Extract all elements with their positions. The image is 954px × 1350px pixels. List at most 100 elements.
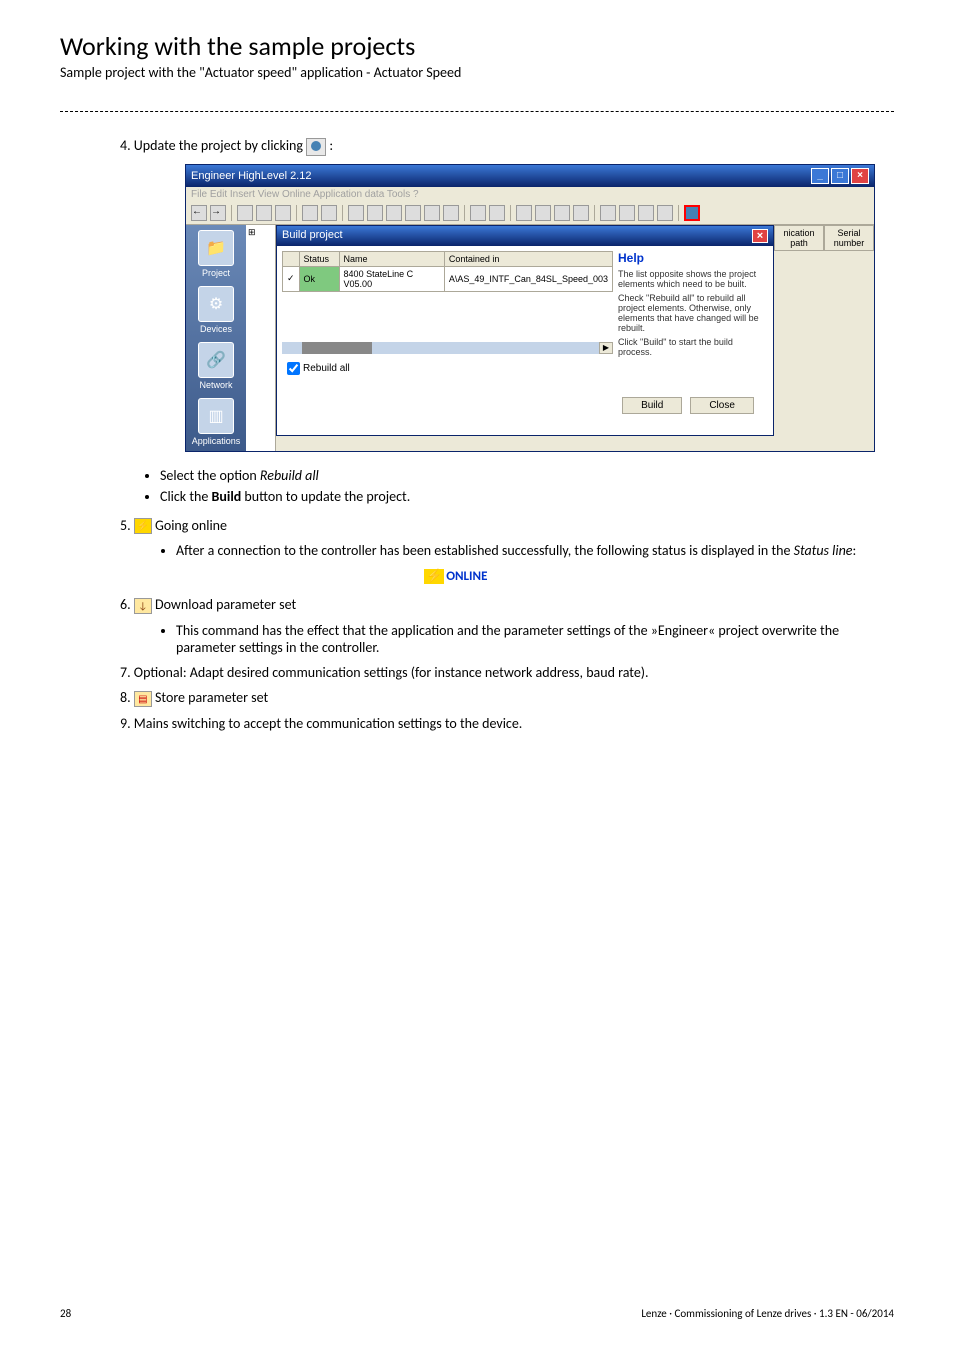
toolbar-sep: [296, 205, 297, 221]
build-icon: [306, 138, 326, 156]
col-serial: Serial number: [824, 225, 874, 251]
bullet-2-post: button to update the project.: [241, 488, 410, 505]
nav-network[interactable]: 🔗 Network: [191, 342, 241, 390]
minimize-button[interactable]: _: [811, 168, 829, 184]
apps-icon: ▥: [198, 398, 234, 434]
download-icon: ↓: [134, 598, 152, 614]
list-item: This command has the effect that the app…: [176, 622, 894, 656]
toolbar-icon[interactable]: [657, 205, 673, 221]
toolbar-back-icon[interactable]: ←: [191, 205, 207, 221]
toolbar-icon[interactable]: [443, 205, 459, 221]
toolbar-icon[interactable]: [367, 205, 383, 221]
nav-devices[interactable]: ⚙ Devices: [191, 286, 241, 334]
list-item: Select the option Rebuild all: [160, 467, 894, 484]
dialog-footer: Rebuild all: [282, 354, 613, 430]
toolbar-icon[interactable]: [638, 205, 654, 221]
nav-applications[interactable]: ▥ Applications: [191, 398, 241, 446]
menu-bar[interactable]: File Edit Insert View Online Application…: [186, 187, 874, 202]
section-separator: [60, 111, 894, 112]
engineer-screenshot: Engineer HighLevel 2.12 _ □ × File Edit …: [185, 164, 875, 452]
step-5-num: 5.: [120, 517, 131, 534]
toolbar-icon[interactable]: [321, 205, 337, 221]
step-4-text: 4. Update the project by clicking: [120, 137, 303, 154]
row-status: Ok: [299, 266, 339, 291]
bullet-1-italic: Rebuild all: [260, 467, 319, 484]
toolbar-icon[interactable]: [489, 205, 505, 221]
toolbar-icon[interactable]: [516, 205, 532, 221]
table-row[interactable]: ✓ Ok 8400 StateLine C V05.00 A\AS_49_INT…: [283, 266, 613, 291]
build-button[interactable]: Build: [622, 397, 682, 414]
toolbar-icon[interactable]: [302, 205, 318, 221]
step-4-bullets: Select the option Rebuild all Click the …: [160, 467, 894, 505]
step-6-bullets: This command has the effect that the app…: [176, 622, 894, 656]
online-badge: ⚡ONLINE: [420, 569, 493, 584]
help-title: Help: [618, 251, 768, 265]
toolbar-icon[interactable]: [535, 205, 551, 221]
dialog-title: Build project: [282, 229, 343, 243]
row-check-icon: ✓: [283, 266, 300, 291]
help-text-3: Click "Build" to start the build process…: [618, 337, 768, 357]
app-title-bar: Engineer HighLevel 2.12 _ □ ×: [186, 165, 874, 187]
close-button[interactable]: ×: [851, 168, 869, 184]
toolbar-open-icon[interactable]: [256, 205, 272, 221]
scroll-right-button[interactable]: ▶: [599, 342, 613, 354]
folder-icon: 📁: [198, 230, 234, 266]
dialog-close-button[interactable]: ×: [752, 229, 768, 243]
toolbar-forward-icon[interactable]: →: [210, 205, 226, 221]
horizontal-scrollbar[interactable]: ▶: [282, 342, 613, 354]
col-status: Status: [299, 251, 339, 266]
toolbar-icon[interactable]: [405, 205, 421, 221]
toolbar-new-icon[interactable]: [237, 205, 253, 221]
build-dialog: Build project × Status Name Contained in: [276, 225, 774, 436]
toolbar-save-icon[interactable]: [275, 205, 291, 221]
help-text-1: The list opposite shows the project elem…: [618, 269, 768, 289]
left-nav: 📁 Project ⚙ Devices 🔗 Network ▥ Applicat…: [186, 225, 246, 451]
app-window: Engineer HighLevel 2.12 _ □ × File Edit …: [185, 164, 875, 452]
toolbar-icon[interactable]: [386, 205, 402, 221]
toolbar-icon[interactable]: [554, 205, 570, 221]
table-header-row: Status Name Contained in: [283, 251, 613, 266]
toolbar-sep: [464, 205, 465, 221]
toolbar-icon[interactable]: [573, 205, 589, 221]
toolbar-icon[interactable]: [470, 205, 486, 221]
rebuild-all-checkbox[interactable]: Rebuild all: [287, 362, 608, 375]
app-title: Engineer HighLevel 2.12: [191, 170, 311, 182]
page-title: Working with the sample projects: [60, 30, 894, 62]
step-9: 9. Mains switching to accept the communi…: [120, 715, 894, 732]
rebuild-all-label: Rebuild all: [303, 363, 350, 374]
bullet-2-pre: Click the: [160, 488, 212, 505]
nav-project[interactable]: 📁 Project: [191, 230, 241, 278]
toolbar-sep: [594, 205, 595, 221]
help-text-2: Check "Rebuild all" to rebuild all proje…: [618, 293, 768, 333]
network-icon: 🔗: [198, 342, 234, 378]
bullet-1-pre: Select the option: [160, 467, 260, 484]
toolbar-online-icon[interactable]: [348, 205, 364, 221]
main-area: nication path Serial number Build projec…: [276, 225, 874, 451]
window-controls: _ □ ×: [811, 168, 869, 184]
nav-project-label: Project: [202, 268, 230, 278]
close-button[interactable]: Close: [690, 397, 754, 414]
rebuild-all-input[interactable]: [287, 362, 300, 375]
step-4: 4. Update the project by clicking :: [120, 137, 894, 156]
maximize-button[interactable]: □: [831, 168, 849, 184]
tree-panel: ⊞: [246, 225, 276, 451]
dialog-body: Status Name Contained in ✓ Ok 8400 State…: [277, 246, 773, 435]
toolbar-icon[interactable]: [424, 205, 440, 221]
toolbar-build-icon[interactable]: [684, 205, 700, 221]
bullet-2-bold: Build: [212, 488, 242, 505]
list-item: Click the Build button to update the pro…: [160, 488, 894, 505]
list-item: After a connection to the controller has…: [176, 542, 894, 559]
toolbar-icon[interactable]: [619, 205, 635, 221]
online-badge-icon: ⚡: [424, 569, 444, 584]
step-8: 8. ▤ Store parameter set: [120, 689, 894, 707]
step-6-title: Download parameter set: [155, 596, 296, 613]
step-5-title: Going online: [155, 517, 227, 534]
dialog-title-bar: Build project ×: [277, 226, 773, 246]
store-icon: ▤: [134, 691, 152, 707]
page-subtitle: Sample project with the "Actuator speed"…: [60, 64, 894, 81]
scrollbar-thumb[interactable]: [302, 342, 372, 354]
toolbar-sep: [231, 205, 232, 221]
col-name: Name: [339, 251, 444, 266]
toolbar-icon[interactable]: [600, 205, 616, 221]
toolbar-sep: [342, 205, 343, 221]
